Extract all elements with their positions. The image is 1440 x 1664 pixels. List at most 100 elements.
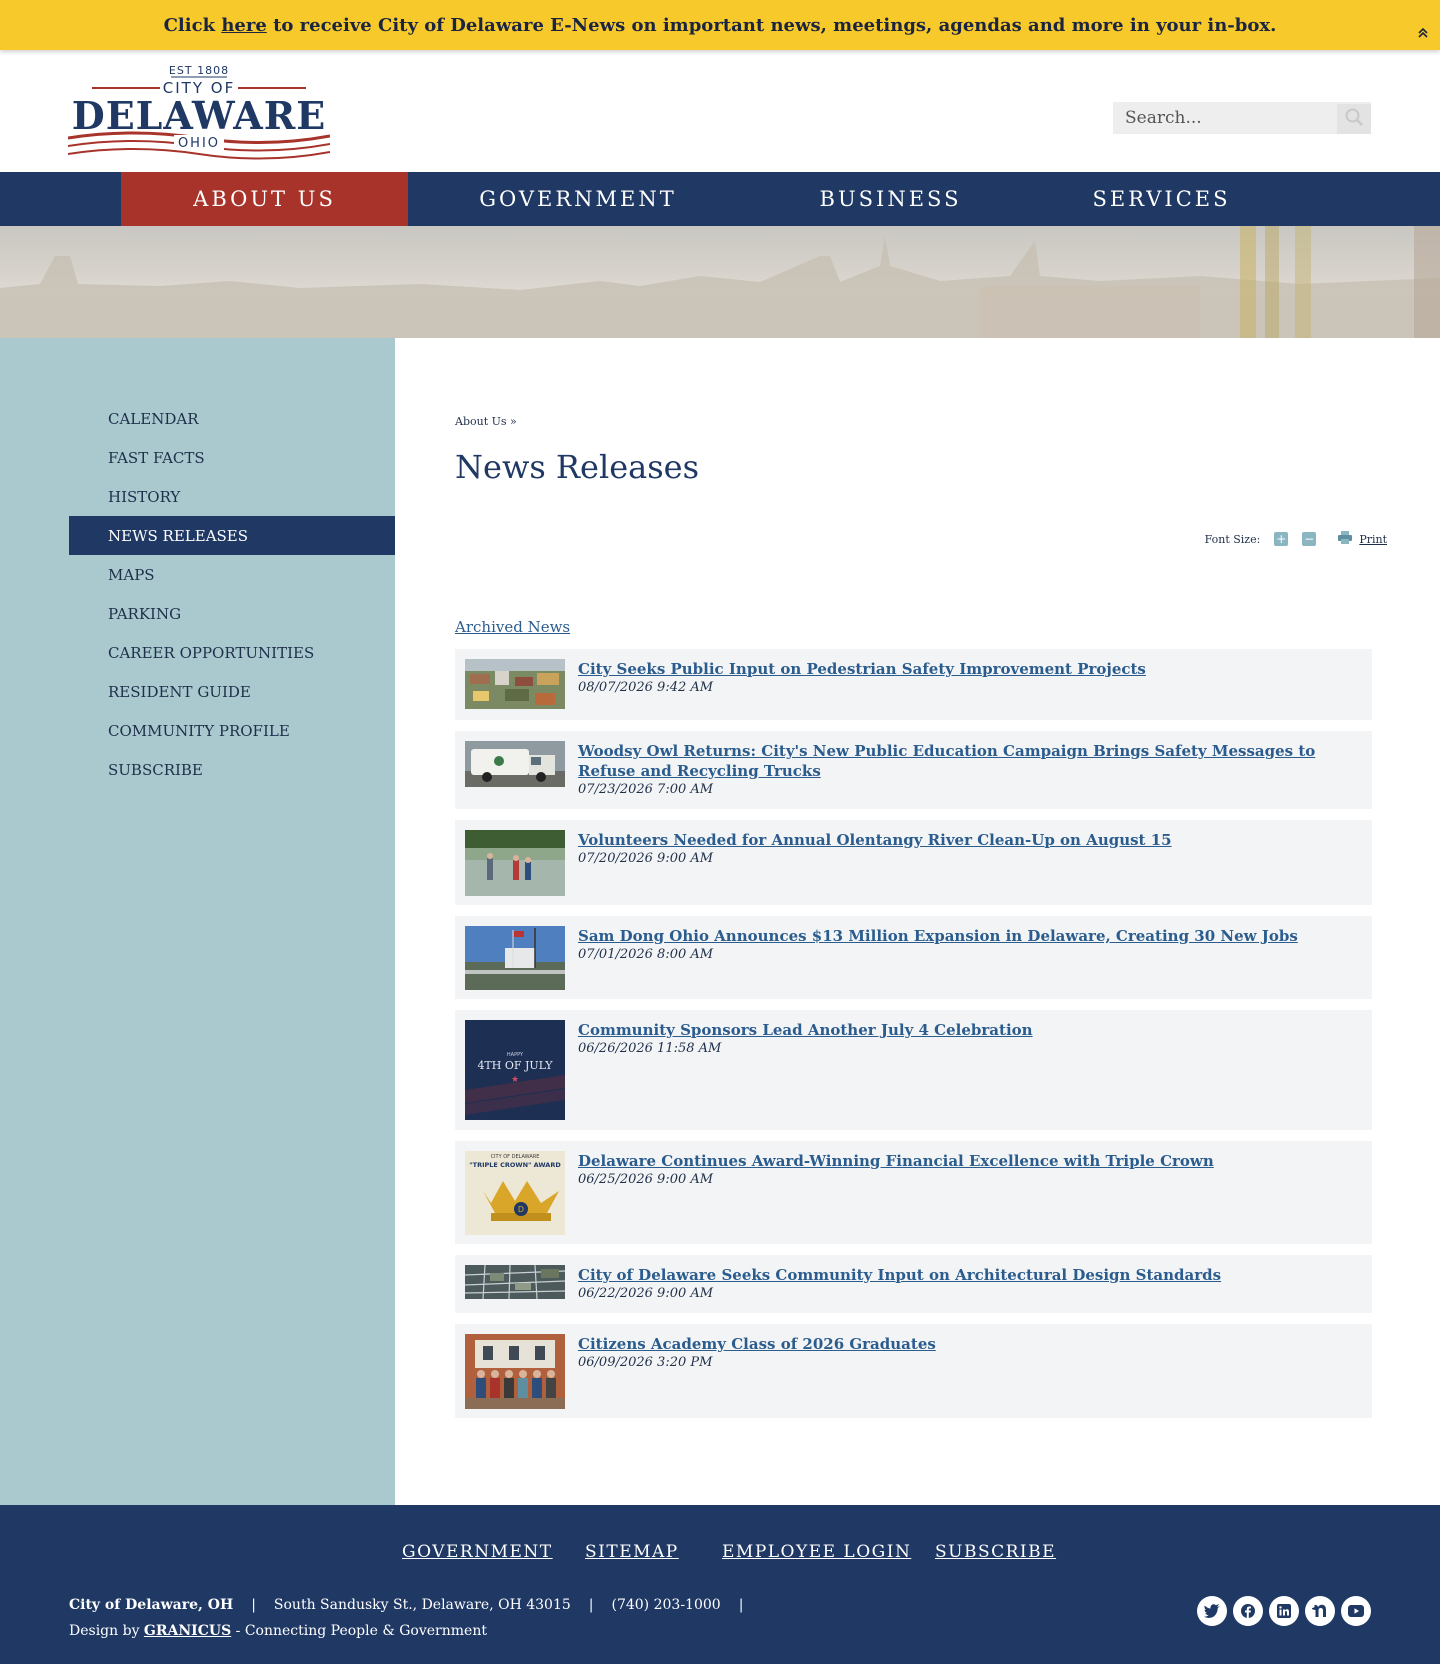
news-thumbnail[interactable] (465, 659, 565, 709)
news-title-link[interactable]: Volunteers Needed for Annual Olentangy R… (578, 830, 1342, 850)
footer-contact: City of Delaware, OH | South Sandusky St.,… (69, 1597, 761, 1613)
youtube-icon[interactable] (1341, 1596, 1371, 1626)
sidebar-item-community-profile[interactable]: COMMUNITY PROFILE (69, 711, 395, 750)
sidebar-nav: CALENDAR FAST FACTS HISTORY NEWS RELEASE… (69, 399, 395, 789)
alert-signup-link[interactable]: here (221, 15, 266, 36)
news-date: 07/23/2026 7:00 AM (578, 782, 714, 797)
logo-name: DELAWARE (72, 93, 327, 138)
printer-icon[interactable] (1338, 531, 1353, 547)
granicus-link[interactable]: GRANICUS (144, 1623, 231, 1639)
news-thumbnail[interactable] (465, 830, 565, 896)
news-thumbnail[interactable] (465, 741, 565, 787)
social-links (1191, 1596, 1371, 1626)
news-title-link[interactable]: Citizens Academy Class of 2026 Graduates (578, 1334, 1342, 1354)
svg-text:D: D (518, 1205, 524, 1214)
news-body: Citizens Academy Class of 2026 Graduates… (578, 1334, 1342, 1372)
twitter-icon[interactable] (1197, 1596, 1227, 1626)
main-nav: ABOUT US GOVERNMENT BUSINESS SERVICES (0, 172, 1440, 226)
footer-design-credit: Design by GRANICUS - Connecting People &… (69, 1623, 487, 1639)
footer-link-subscribe[interactable]: SUBSCRIBE (935, 1542, 1056, 1562)
news-date: 08/07/2026 9:42 AM (578, 680, 714, 695)
news-list: City Seeks Public Input on Pedestrian Sa… (455, 649, 1372, 1429)
alert-bar: Click here to receive City of Delaware E… (0, 0, 1440, 50)
svg-text:★: ★ (511, 1075, 519, 1085)
thumb-happy-text: HAPPY (507, 1052, 524, 1058)
sidebar-item-fast-facts[interactable]: FAST FACTS (69, 438, 395, 477)
news-item: Volunteers Needed for Annual Olentangy R… (455, 820, 1372, 905)
sidebar-item-subscribe[interactable]: SUBSCRIBE (69, 750, 395, 789)
news-date: 06/25/2026 9:00 AM (578, 1172, 714, 1187)
footer-org-name: City of Delaware, OH (69, 1597, 234, 1613)
news-body: Delaware Continues Award-Winning Financi… (578, 1151, 1342, 1189)
thumb-award-text: "TRIPLE CROWN" AWARD (469, 1161, 561, 1169)
news-date: 07/01/2026 8:00 AM (578, 947, 714, 962)
skyline-banner (0, 226, 1440, 338)
archived-news-link[interactable]: Archived News (455, 618, 570, 636)
news-body: Volunteers Needed for Annual Olentangy R… (578, 830, 1342, 868)
footer-link-employee-login[interactable]: EMPLOYEE LOGIN (722, 1542, 911, 1562)
nav-about-us[interactable]: ABOUT US (121, 172, 408, 226)
footer-address: South Sandusky St., Delaware, OH 43015 (273, 1597, 571, 1613)
news-title-link[interactable]: Delaware Continues Award-Winning Financi… (578, 1151, 1342, 1171)
footer-phone[interactable]: (740) 203-1000 (612, 1597, 721, 1613)
footer-link-sitemap[interactable]: SITEMAP (585, 1542, 679, 1562)
news-date: 06/09/2026 3:20 PM (578, 1355, 713, 1370)
sidebar-item-news-releases[interactable]: NEWS RELEASES (69, 516, 395, 555)
news-thumbnail[interactable] (465, 1334, 565, 1409)
search-box (1113, 102, 1371, 134)
print-link[interactable]: Print (1359, 533, 1387, 546)
nextdoor-icon[interactable] (1305, 1596, 1335, 1626)
page-tools: Font Size: + − Print (1205, 531, 1387, 547)
news-item: City of Delaware Seeks Community Input o… (455, 1255, 1372, 1313)
site-footer: GOVERNMENT SITEMAP EMPLOYEE LOGIN SUBSCR… (0, 1505, 1440, 1664)
footer-link-government[interactable]: GOVERNMENT (402, 1542, 553, 1562)
nav-government[interactable]: GOVERNMENT (408, 172, 748, 226)
sidebar-item-career-opportunities[interactable]: CAREER OPPORTUNITIES (69, 633, 395, 672)
sidebar-item-resident-guide[interactable]: RESIDENT GUIDE (69, 672, 395, 711)
sidebar-item-history[interactable]: HISTORY (69, 477, 395, 516)
nav-business[interactable]: BUSINESS (748, 172, 1033, 226)
news-title-link[interactable]: Woodsy Owl Returns: City's New Public Ed… (578, 741, 1342, 781)
news-item: Woodsy Owl Returns: City's New Public Ed… (455, 731, 1372, 809)
news-body: Sam Dong Ohio Announces $13 Million Expa… (578, 926, 1342, 964)
increase-font-button[interactable]: + (1274, 532, 1289, 546)
city-logo[interactable]: EST 1808 CITY OF DELAWARE OHIO (67, 62, 331, 162)
search-input[interactable] (1113, 103, 1333, 133)
news-title-link[interactable]: Sam Dong Ohio Announces $13 Million Expa… (578, 926, 1342, 946)
news-title-link[interactable]: City of Delaware Seeks Community Input o… (578, 1265, 1342, 1285)
news-body: Community Sponsors Lead Another July 4 C… (578, 1020, 1342, 1058)
alert-suffix: to receive City of Delaware E-News on im… (266, 14, 1277, 36)
sidebar-item-maps[interactable]: MAPS (69, 555, 395, 594)
design-suffix: - Connecting People & Government (231, 1623, 487, 1639)
news-title-link[interactable]: City Seeks Public Input on Pedestrian Sa… (578, 659, 1342, 679)
news-body: City of Delaware Seeks Community Input o… (578, 1265, 1342, 1303)
design-prefix: Design by (69, 1623, 144, 1639)
sidebar: CALENDAR FAST FACTS HISTORY NEWS RELEASE… (0, 338, 395, 1505)
thumb-july-text: 4TH OF JULY (477, 1059, 553, 1072)
news-thumbnail[interactable]: HAPPY 4TH OF JULY ★ (465, 1020, 565, 1120)
linkedin-icon[interactable] (1269, 1596, 1299, 1626)
footer-separator: | (251, 1597, 256, 1613)
news-date: 06/22/2026 9:00 AM (578, 1286, 714, 1301)
news-item: Citizens Academy Class of 2026 Graduates… (455, 1324, 1372, 1418)
main-content: About Us » News Releases Font Size: + − … (395, 338, 1440, 1505)
search-icon (1344, 107, 1364, 131)
nav-services[interactable]: SERVICES (1033, 172, 1290, 226)
breadcrumb[interactable]: About Us » (455, 415, 517, 428)
logo-est: EST 1808 (169, 64, 229, 77)
alert-prefix: Click (163, 14, 222, 36)
facebook-icon[interactable] (1233, 1596, 1263, 1626)
news-thumbnail[interactable] (465, 926, 565, 990)
news-title-link[interactable]: Community Sponsors Lead Another July 4 C… (578, 1020, 1342, 1040)
news-thumbnail[interactable]: CITY OF DELAWARE "TRIPLE CROWN" AWARD D (465, 1151, 565, 1235)
search-button[interactable] (1337, 104, 1371, 134)
alert-message: Click here to receive City of Delaware E… (164, 15, 1277, 36)
collapse-alert-icon[interactable] (1416, 26, 1430, 40)
sidebar-item-calendar[interactable]: CALENDAR (69, 399, 395, 438)
sidebar-item-parking[interactable]: PARKING (69, 594, 395, 633)
thumb-city-text: CITY OF DELAWARE (491, 1154, 540, 1160)
news-thumbnail[interactable] (465, 1265, 565, 1299)
news-date: 07/20/2026 9:00 AM (578, 851, 714, 866)
decrease-font-button[interactable]: − (1302, 532, 1317, 546)
footer-separator: | (588, 1597, 594, 1613)
